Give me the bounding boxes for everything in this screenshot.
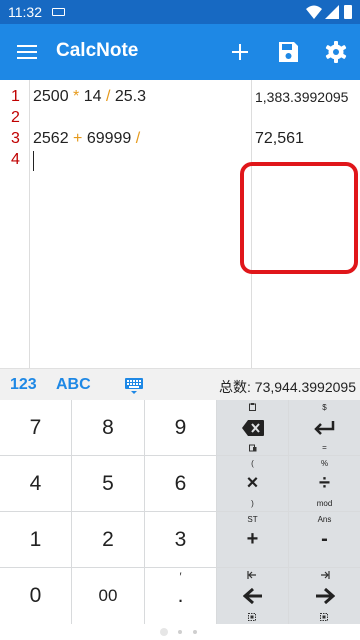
paste-icon — [249, 444, 257, 452]
status-bar: 11:32 — [0, 0, 360, 24]
key-label: 0 — [29, 584, 42, 607]
key-label: - — [321, 528, 328, 550]
cursor-right-key[interactable] — [289, 568, 360, 624]
line-number: 2 — [11, 109, 20, 126]
total-sum: 总数: 73,944.3992095 — [219, 379, 356, 395]
minus-key[interactable]: Ans - — [289, 512, 360, 567]
key-label: ÷ — [319, 472, 330, 494]
key-label: 00 — [98, 586, 118, 605]
key-2[interactable]: 2 — [72, 512, 144, 567]
keyboard-toolbar: 123 ABC 总数: 73,944.3992095 — [0, 368, 360, 400]
multiply-key[interactable]: ( × ) — [217, 456, 288, 511]
key-4[interactable]: 4 — [0, 456, 71, 511]
key-sub-label: = — [322, 443, 327, 452]
enter-key[interactable]: $ = — [289, 400, 360, 455]
code-input[interactable]: 2500 * 14 / 25.3 2562 + 69999 / — [33, 80, 251, 368]
page-dot-active — [160, 628, 168, 636]
key-label: 4 — [29, 471, 42, 495]
result-value: 1,383.3992095 — [255, 89, 349, 105]
key-label: 5 — [102, 471, 114, 495]
key-label: 9 — [174, 415, 187, 439]
app-bar: CalcNote — [0, 24, 360, 80]
plus-key[interactable]: ST + — [217, 512, 288, 567]
highlight-annotation — [240, 162, 358, 274]
battery-icon — [344, 5, 352, 19]
add-icon[interactable] — [226, 38, 254, 66]
code-text: 2500 — [33, 88, 74, 105]
key-3[interactable]: 3 — [145, 512, 216, 567]
key-sup-label: $ — [322, 403, 327, 412]
backspace-key[interactable] — [217, 400, 288, 455]
key-label: + — [246, 528, 259, 550]
key-1[interactable]: 1 — [0, 512, 71, 567]
key-5[interactable]: 5 — [72, 456, 144, 511]
line-number-gutter: 1 2 3 4 — [0, 80, 30, 368]
gear-icon[interactable] — [322, 38, 350, 66]
line-number: 1 — [11, 88, 20, 105]
status-time: 11:32 — [8, 4, 42, 20]
line-number: 3 — [11, 130, 20, 147]
arrow-left-icon — [242, 588, 262, 604]
select-all-icon — [320, 613, 328, 621]
key-sup-label: Ans — [317, 515, 332, 524]
operator: / — [135, 130, 141, 147]
key-00[interactable]: 00 — [72, 568, 144, 624]
keyboard-status-icon — [52, 8, 65, 16]
key-sup-label: % — [320, 459, 329, 468]
key-label: 7 — [29, 415, 42, 439]
key-label: 1 — [29, 527, 42, 551]
select-icon — [248, 613, 256, 621]
arrow-right-icon — [315, 588, 335, 604]
key-label: × — [246, 472, 259, 494]
app-title: CalcNote — [56, 40, 139, 61]
key-0[interactable]: 0 — [0, 568, 71, 624]
line-end-icon — [321, 571, 330, 579]
wifi-icon — [306, 5, 322, 19]
menu-icon[interactable] — [14, 40, 40, 64]
code-text: 14 — [79, 88, 106, 105]
key-9[interactable]: 9 — [145, 400, 216, 455]
text-cursor — [33, 151, 34, 171]
page-indicator — [0, 624, 360, 640]
operator: + — [73, 130, 83, 147]
tab-numeric[interactable]: 123 — [10, 376, 37, 394]
code-text: 69999 — [82, 130, 136, 147]
key-label: . — [177, 584, 184, 607]
code-text: 2562 — [33, 130, 74, 147]
code-text: 25.3 — [110, 88, 147, 105]
keyboard-icon[interactable] — [124, 375, 144, 395]
signal-icon — [325, 5, 339, 19]
key-label: 3 — [174, 527, 187, 551]
key-6[interactable]: 6 — [145, 456, 216, 511]
divide-key[interactable]: % ÷ mod — [289, 456, 360, 511]
save-icon[interactable] — [274, 38, 302, 66]
page-dot — [178, 630, 182, 634]
key-label: 2 — [102, 527, 114, 551]
cursor-left-key[interactable] — [217, 568, 288, 624]
editor: 1 2 3 4 2500 * 14 / 25.3 2562 + 69999 / … — [0, 80, 360, 368]
tab-alpha[interactable]: ABC — [56, 376, 91, 394]
key-decimal[interactable]: ′ . — [145, 568, 216, 624]
clipboard-icon — [249, 403, 256, 411]
key-sub-label: mod — [316, 499, 333, 508]
result-value: 72,561 — [255, 130, 304, 147]
keypad: 7 8 9 $ = 4 5 6 ( × ) % ÷ mod 1 2 3 ST +… — [0, 400, 360, 624]
code-line: 2562 + 69999 / — [33, 130, 140, 148]
key-sup-label: ′ — [179, 571, 182, 583]
line-number: 4 — [11, 151, 20, 168]
key-label: 8 — [102, 415, 114, 439]
status-icons — [306, 4, 354, 20]
enter-icon — [313, 420, 334, 435]
key-label: 6 — [174, 471, 187, 495]
line-start-icon — [247, 571, 256, 579]
key-sup-label: ST — [247, 515, 258, 524]
key-7[interactable]: 7 — [0, 400, 71, 455]
code-line: 2500 * 14 / 25.3 — [33, 88, 146, 106]
backspace-icon — [241, 419, 264, 436]
page-dot — [193, 630, 197, 634]
key-sup-label: ( — [251, 459, 254, 468]
key-sub-label: ) — [251, 499, 254, 508]
key-8[interactable]: 8 — [72, 400, 144, 455]
